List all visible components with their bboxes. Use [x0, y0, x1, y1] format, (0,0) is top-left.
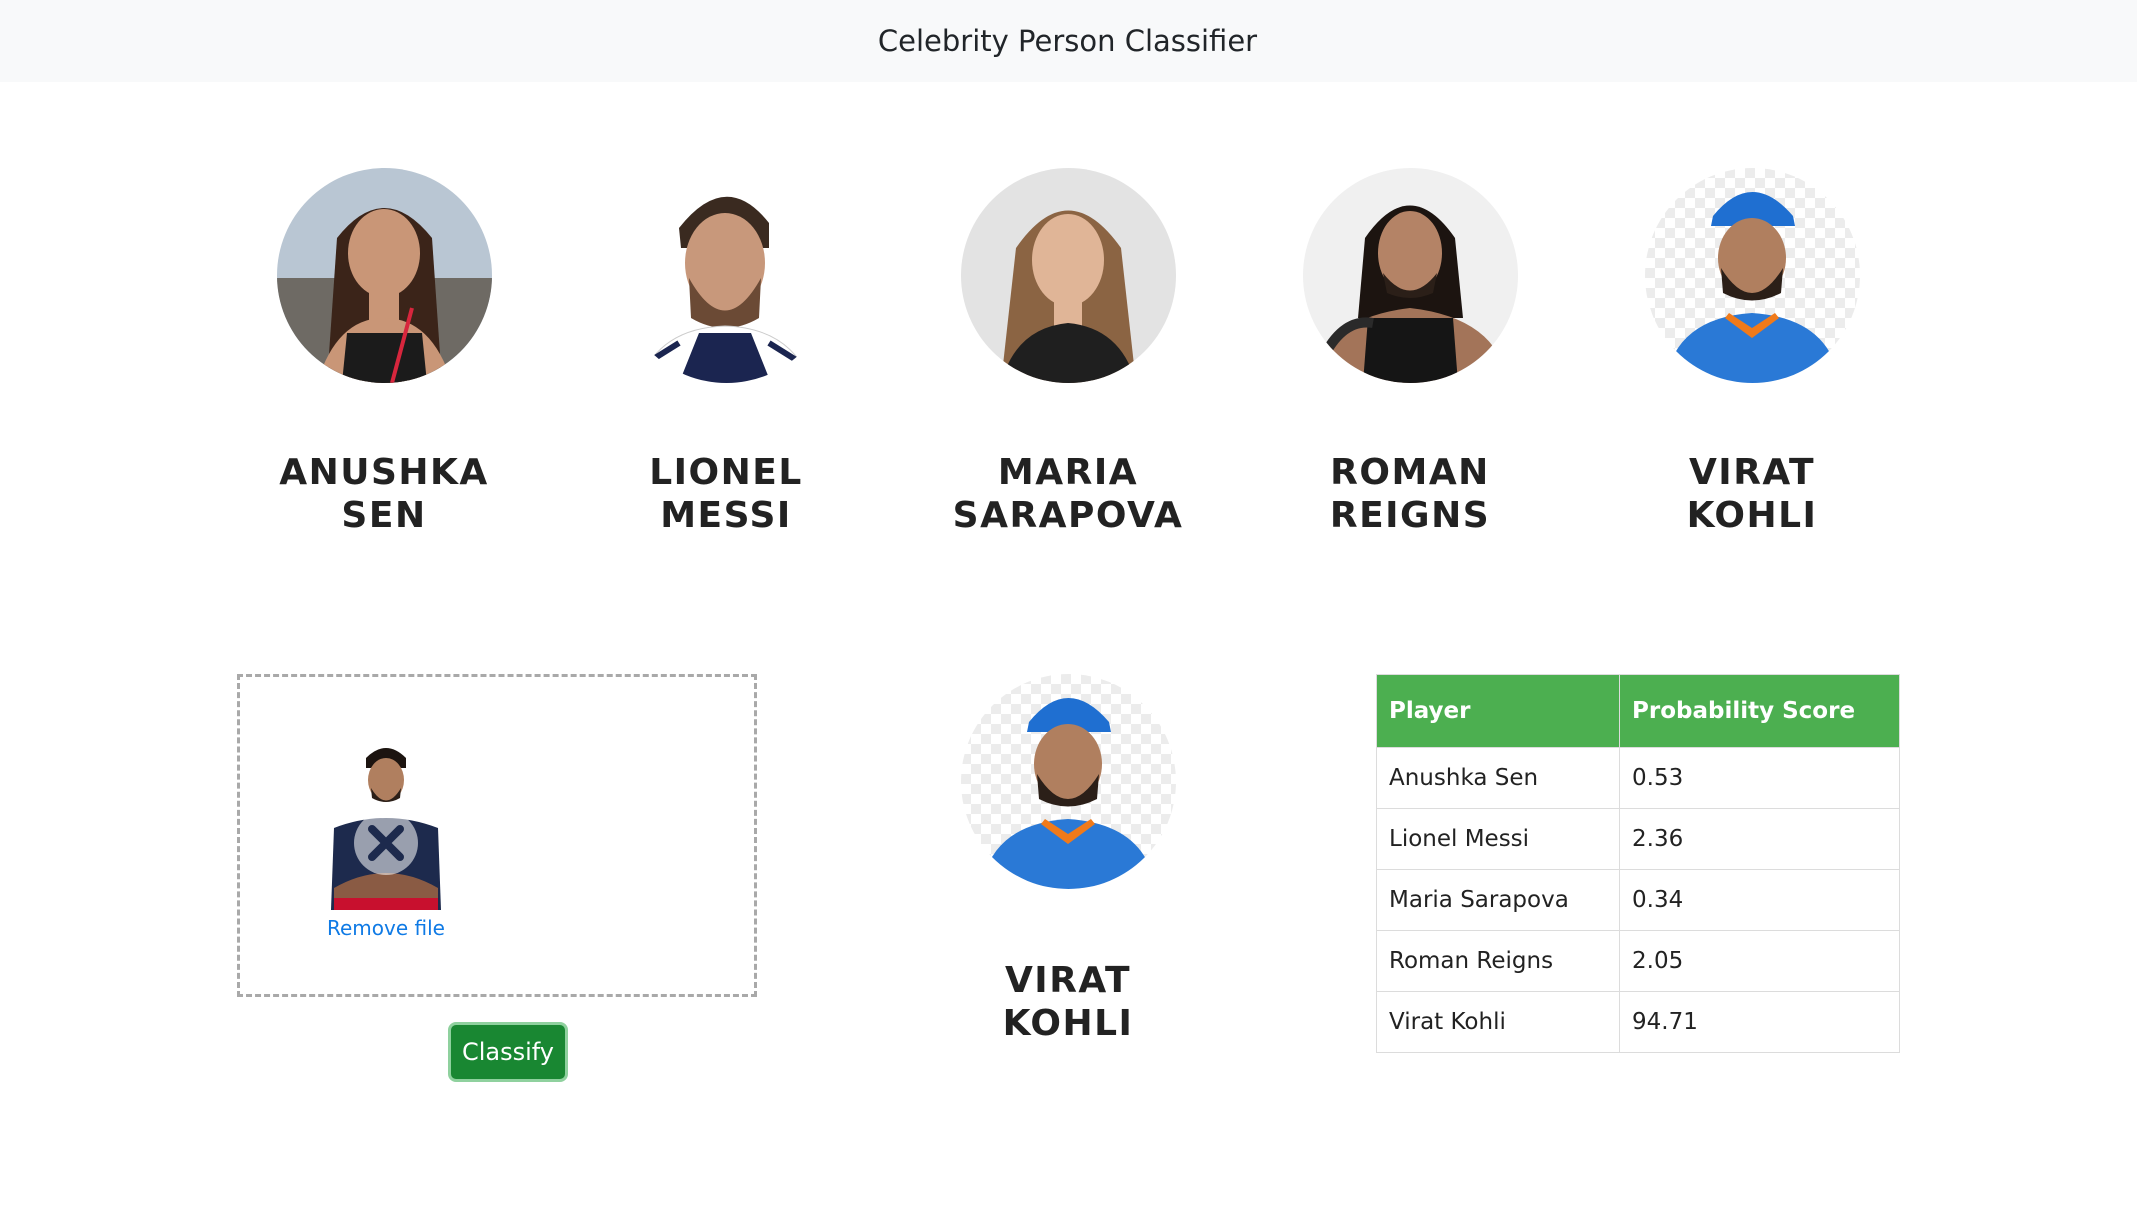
- score-cell: 0.53: [1619, 747, 1900, 809]
- score-cell: 2.36: [1619, 808, 1900, 870]
- celebrity-card-lionel-messi: LIONEL MESSI: [576, 168, 876, 537]
- maria-sarapova-photo-icon: [960, 168, 1176, 383]
- player-cell: Roman Reigns: [1376, 930, 1620, 992]
- roman-reigns-photo-icon: [1302, 168, 1518, 383]
- celebrity-name: ROMAN REIGNS: [1329, 452, 1491, 536]
- uploaded-image-thumbnail-icon: [326, 738, 446, 910]
- lionel-messi-photo-icon: [618, 168, 834, 383]
- celebrity-name: LIONEL MESSI: [649, 452, 803, 536]
- score-cell: 0.34: [1619, 869, 1900, 931]
- celebrity-card-maria-sarapova: MARIA SARAPOVA: [918, 168, 1218, 537]
- celebrity-card-roman-reigns: ROMAN REIGNS: [1260, 168, 1560, 537]
- remove-file-link[interactable]: Remove file: [296, 916, 476, 940]
- classify-button[interactable]: Classify: [448, 1022, 568, 1082]
- table-row: Maria Sarapova 0.34: [1376, 869, 1900, 931]
- probability-table: Player Probability Score Anushka Sen 0.5…: [1376, 674, 1900, 1053]
- navbar-title: Celebrity Person Classifier: [877, 24, 1258, 58]
- column-header-player: Player: [1376, 674, 1620, 748]
- player-cell: Anushka Sen: [1376, 747, 1620, 809]
- celebrity-name: VIRAT KOHLI: [1686, 452, 1818, 536]
- score-cell: 94.71: [1619, 991, 1900, 1053]
- player-cell: Virat Kohli: [1376, 991, 1620, 1053]
- table-row: Lionel Messi 2.36: [1376, 808, 1900, 870]
- celebrity-name: ANUSHKA SEN: [279, 452, 489, 536]
- result-card: VIRAT KOHLI: [918, 674, 1218, 1045]
- table-row: Virat Kohli 94.71: [1376, 991, 1900, 1053]
- file-dropzone[interactable]: Remove file: [237, 674, 757, 997]
- table-row: Roman Reigns 2.05: [1376, 930, 1900, 992]
- table-header-row: Player Probability Score: [1376, 674, 1900, 748]
- player-cell: Maria Sarapova: [1376, 869, 1620, 931]
- virat-kohli-photo-icon: [1644, 168, 1860, 383]
- score-cell: 2.05: [1619, 930, 1900, 992]
- column-header-probability: Probability Score: [1619, 674, 1900, 748]
- anushka-sen-photo-icon: [276, 168, 492, 383]
- celebrity-name: MARIA SARAPOVA: [952, 452, 1184, 536]
- celebrity-card-virat-kohli: VIRAT KOHLI: [1602, 168, 1902, 537]
- table-row: Anushka Sen 0.53: [1376, 747, 1900, 809]
- navbar: Celebrity Person Classifier: [0, 0, 2137, 82]
- player-cell: Lionel Messi: [1376, 808, 1620, 870]
- celebrity-card-anushka-sen: ANUSHKA SEN: [234, 168, 534, 537]
- result-name: VIRAT KOHLI: [1002, 960, 1134, 1044]
- virat-kohli-photo-icon: [960, 674, 1176, 889]
